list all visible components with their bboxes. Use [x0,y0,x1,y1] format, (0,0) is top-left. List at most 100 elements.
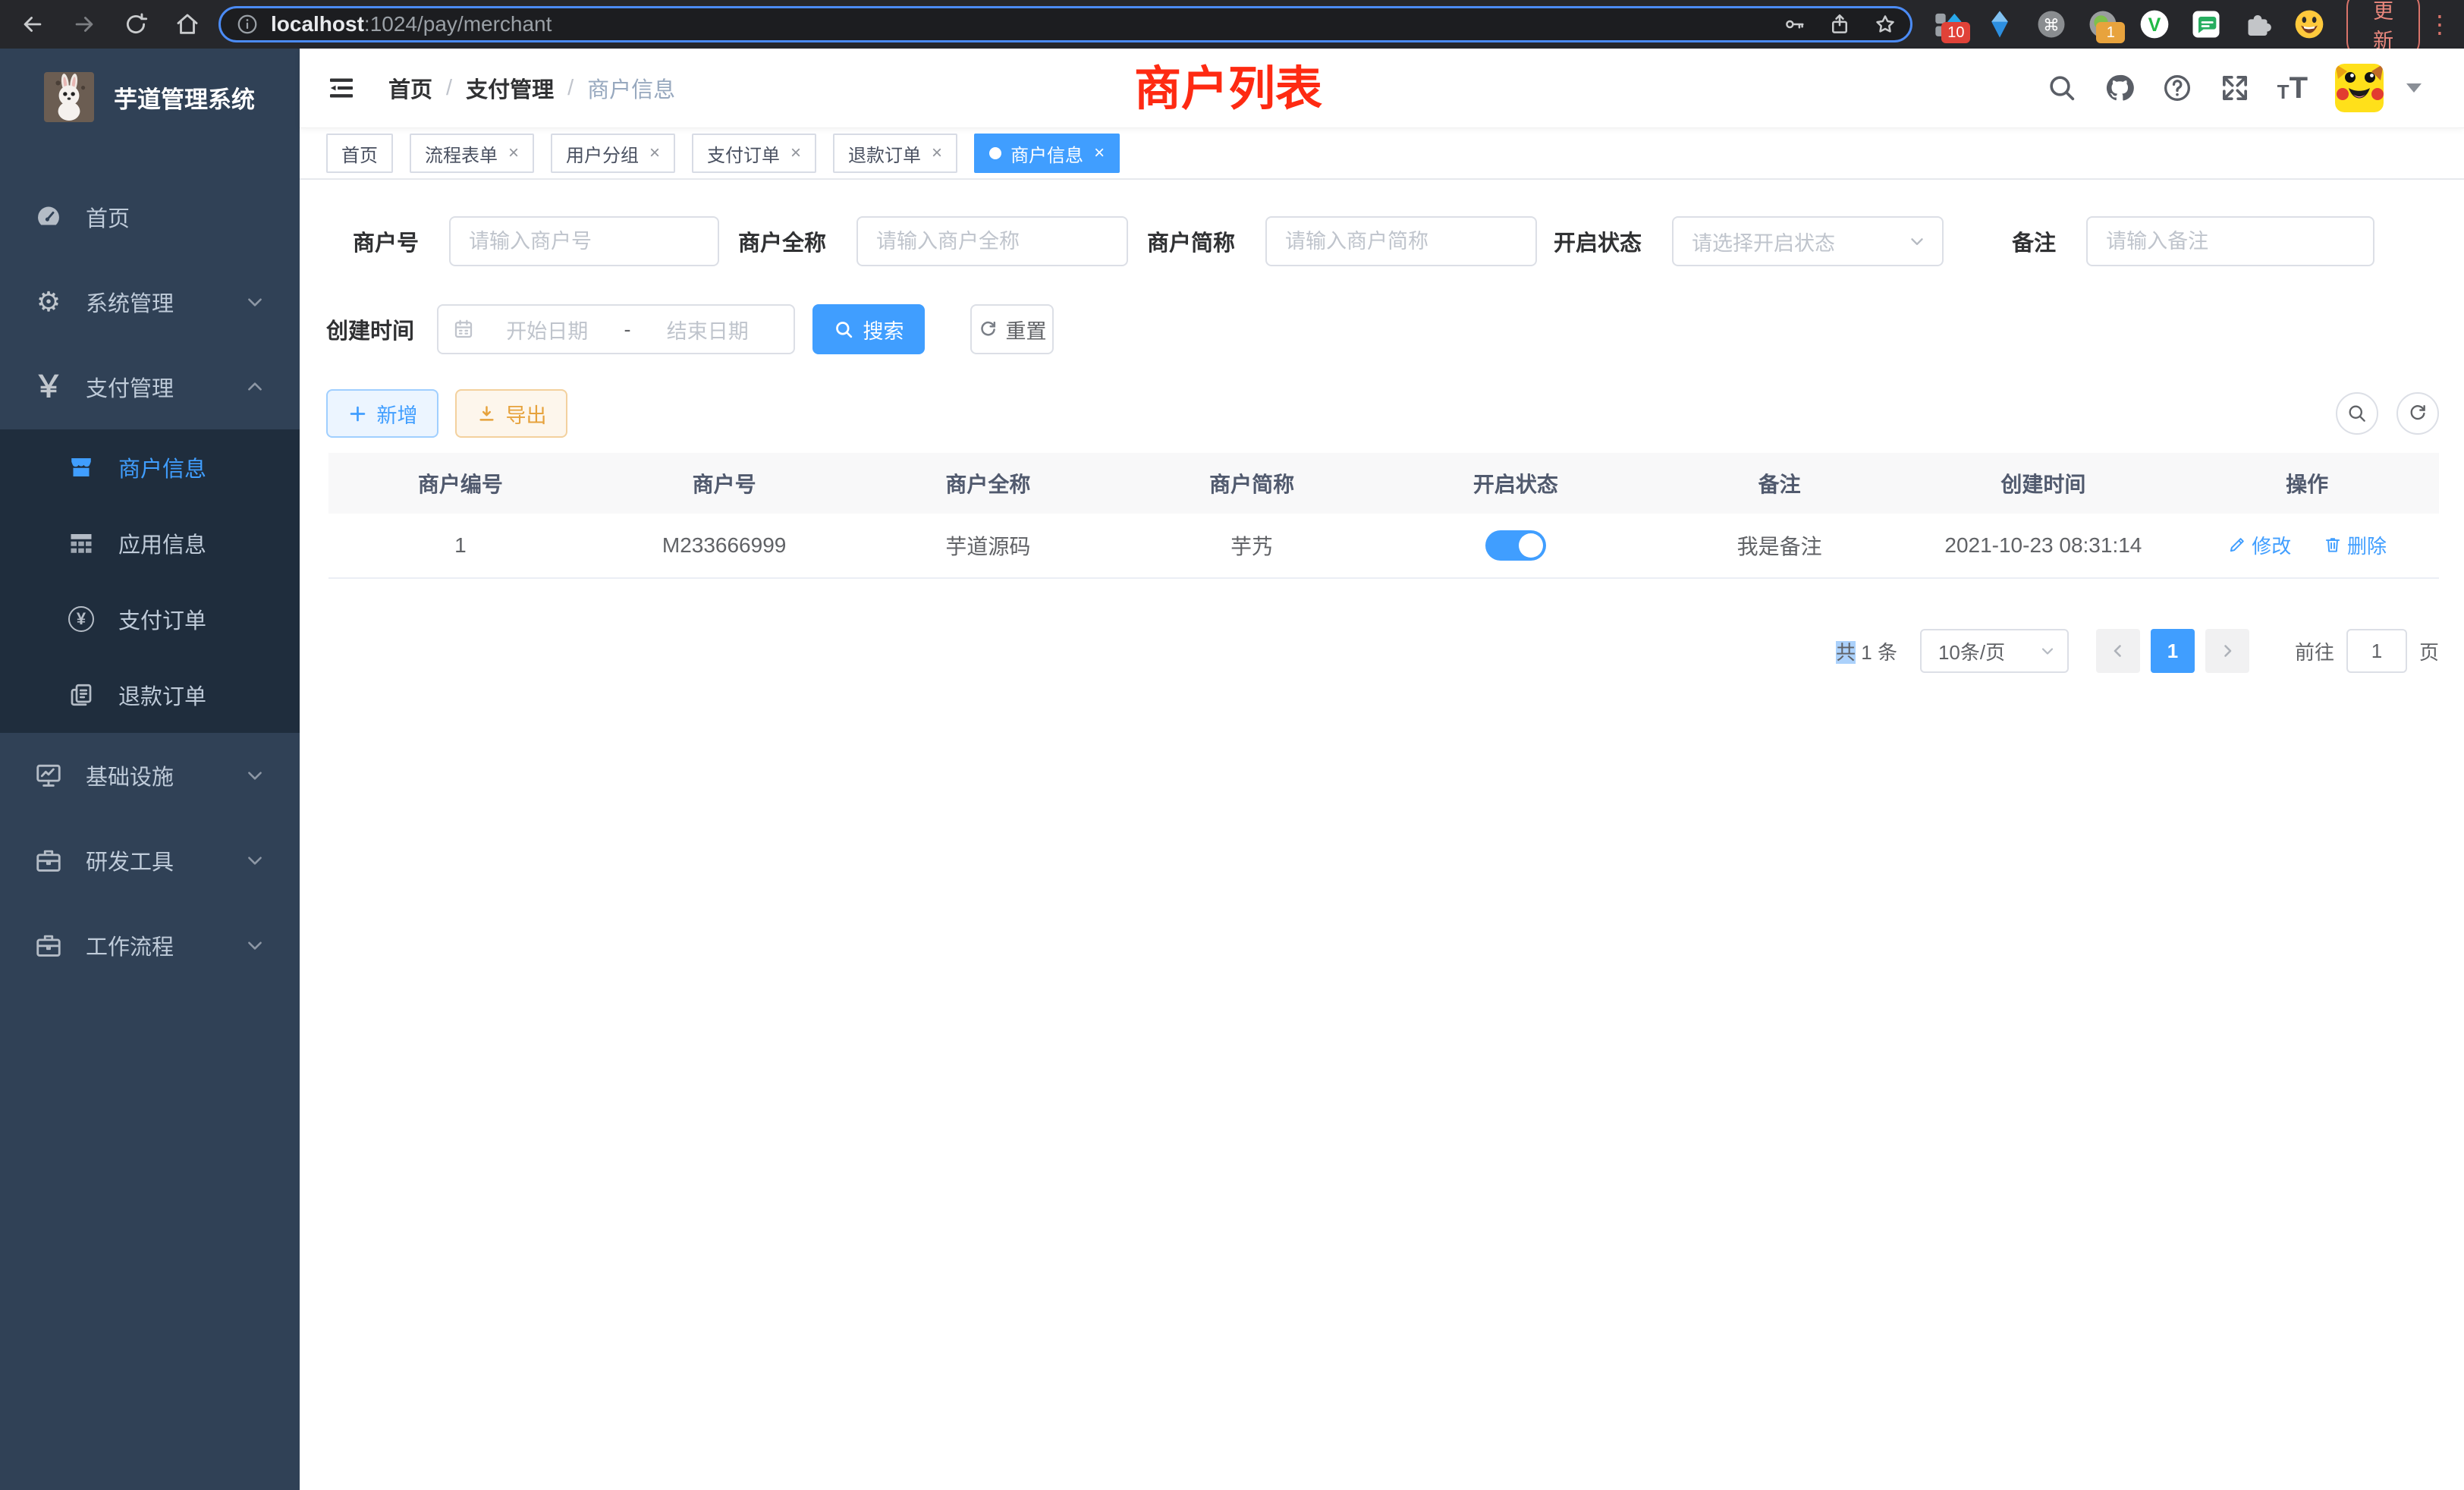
show-search-button[interactable] [2336,392,2378,435]
cell-full-name: 芋道源码 [856,530,1120,561]
search-icon [2346,403,2368,424]
user-avatar[interactable] [2335,64,2384,112]
ext-v-logo-icon[interactable]: V [2139,8,2170,40]
filter-row-2: 创建时间 开始日期 - 结束日期 搜索 重置 [326,304,2439,354]
github-icon[interactable] [2104,73,2135,103]
reset-button[interactable]: 重置 [970,304,1054,354]
sidebar-item-home[interactable]: 首页 [0,174,300,259]
status-select[interactable]: 请选择开启状态 [1672,216,1944,266]
page-size-select[interactable]: 10条/页 [1920,629,2069,673]
table-toolbar: 新增 导出 [326,389,2439,438]
tab-pay-order[interactable]: 支付订单× [692,134,816,173]
site-info-icon[interactable] [236,13,259,36]
reload-icon[interactable] [123,11,149,37]
col-header: 商户号 [592,468,856,498]
tab-merchant-info[interactable]: 商户信息× [974,134,1120,173]
chevron-left-icon [2109,642,2127,660]
col-header: 操作 [2175,468,2439,498]
add-button[interactable]: 新增 [326,389,438,438]
toggle-knob [1519,533,1543,558]
url-text: localhost:1024/pay/merchant [271,12,1783,36]
main-area: 首页 / 支付管理 / 商户信息 商户列表 TT [300,49,2464,1490]
ext-command-icon[interactable]: ⌘ [2035,8,2067,40]
sidebar-item-refund-order[interactable]: 退款订单 [0,657,300,733]
download-icon [476,404,497,424]
col-header: 商户全称 [856,468,1120,498]
url-bar[interactable]: localhost:1024/pay/merchant [218,6,1912,42]
password-key-icon[interactable] [1783,13,1806,36]
ext-puzzle-icon[interactable] [2242,8,2274,40]
ext-emoji-icon[interactable] [2293,8,2325,40]
sidebar-item-dev-tools[interactable]: 研发工具 [0,818,300,903]
browser-menu-icon[interactable]: ⋮ [2428,10,2452,39]
ext-pin-icon[interactable] [1984,8,2016,40]
back-icon[interactable] [20,11,46,37]
help-icon[interactable] [2162,73,2192,103]
ext-meet-icon[interactable]: 1 [2087,8,2119,40]
edit-link[interactable]: 修改 [2227,531,2291,559]
delete-link[interactable]: 删除 [2323,531,2387,559]
sidebar-item-infra[interactable]: 基础设施 [0,733,300,818]
close-icon[interactable]: × [790,144,801,162]
sidebar-item-merchant-info[interactable]: 商户信息 [0,429,300,505]
gear-icon: ⚙ [34,288,63,316]
forward-icon[interactable] [71,11,97,37]
create-time-range-picker[interactable]: 开始日期 - 结束日期 [437,304,795,354]
home-icon[interactable] [174,11,200,37]
sidebar-item-label: 基础设施 [86,759,174,791]
tab-home[interactable]: 首页 [326,134,393,173]
next-page-button[interactable] [2205,629,2249,673]
urlbar-actions [1783,13,1897,36]
dashboard-icon [34,203,63,231]
remark-input[interactable] [2086,216,2374,266]
ext-chat-icon[interactable] [2190,8,2222,40]
sidebar-item-label: 研发工具 [86,844,174,876]
close-icon[interactable]: × [508,144,519,162]
ext-badge: 10 [1941,22,1970,43]
bookmark-star-icon[interactable] [1874,13,1897,36]
table-header-row: 商户编号 商户号 商户全称 商户简称 开启状态 备注 创建时间 操作 [328,453,2439,514]
trash-icon [2323,535,2343,555]
avatar-caret-icon[interactable] [2406,83,2422,93]
close-icon[interactable]: × [932,144,942,162]
goto-page-input[interactable] [2346,629,2407,673]
sidebar-item-label: 工作流程 [86,929,174,961]
close-icon[interactable]: × [1094,144,1105,162]
sidebar-item-label: 支付管理 [86,371,174,403]
merchant-no-input[interactable] [449,216,719,266]
filter-label: 备注 [2012,225,2056,257]
sidebar-logo[interactable]: 芋道管理系统 [0,49,300,130]
plus-icon [347,404,368,424]
sidebar-item-system[interactable]: ⚙ 系统管理 [0,259,300,344]
grid-table-icon [67,529,96,558]
sidebar-item-pay-order[interactable]: ¥ 支付订单 [0,581,300,657]
search-icon[interactable] [2047,73,2077,103]
share-icon[interactable] [1828,13,1851,36]
search-button[interactable]: 搜索 [812,304,925,354]
sidebar-item-workflow[interactable]: 工作流程 [0,903,300,988]
col-header: 备注 [1648,468,1912,498]
breadcrumb-home[interactable]: 首页 [388,72,432,104]
close-icon[interactable]: × [649,144,660,162]
sidebar-item-pay[interactable]: ￥ 支付管理 [0,344,300,429]
url-host: localhost [271,12,364,36]
sidebar-item-label: 系统管理 [86,286,174,318]
export-button[interactable]: 导出 [455,389,567,438]
font-size-icon[interactable]: TT [2277,74,2308,102]
tab-refund-order[interactable]: 退款订单× [833,134,957,173]
sidebar-collapse-icon[interactable] [326,73,357,103]
tab-process-form[interactable]: 流程表单× [410,134,534,173]
merchant-short-name-input[interactable] [1265,216,1537,266]
ext-grid-diamond-icon[interactable]: 10 [1932,8,1964,40]
status-toggle[interactable] [1485,530,1546,561]
merchant-full-name-input[interactable] [856,216,1128,266]
prev-page-button[interactable] [2096,629,2140,673]
page-number-1[interactable]: 1 [2151,629,2195,673]
sidebar-item-app-info[interactable]: 应用信息 [0,505,300,581]
breadcrumb-pay[interactable]: 支付管理 [466,72,554,104]
fullscreen-icon[interactable] [2220,73,2250,103]
tab-user-group[interactable]: 用户分组× [551,134,675,173]
annotation-title: 商户列表 [1134,50,1322,118]
refresh-table-button[interactable] [2396,392,2439,435]
merchant-table: 商户编号 商户号 商户全称 商户简称 开启状态 备注 创建时间 操作 1 M23… [328,453,2439,579]
